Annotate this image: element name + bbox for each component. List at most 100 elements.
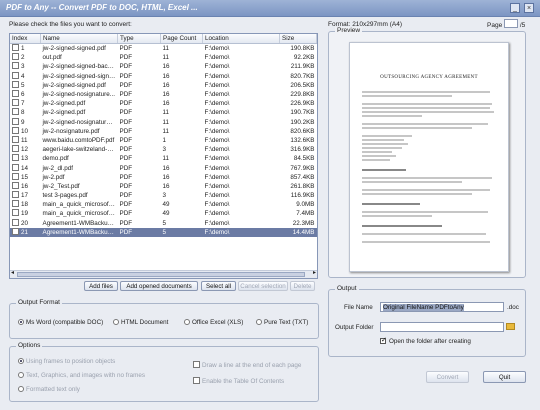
table-row[interactable]: 11 www.baidu.comtoPDF.pdf PDF 1 F:\demo\ 132.… (10, 135, 317, 145)
table-row[interactable]: 7 jw-2-signed.pdf PDF 16 F:\demo\ 226.9KB (10, 99, 317, 108)
file-checkbox[interactable] (12, 135, 19, 143)
format-option-html[interactable]: HTML Document (113, 319, 168, 326)
file-index-cell[interactable]: 7 (10, 99, 41, 108)
file-index-cell[interactable]: 17 (10, 191, 41, 200)
file-checkbox[interactable] (12, 227, 19, 235)
file-index-cell[interactable]: 14 (10, 163, 41, 172)
option-using-frames[interactable]: Using frames to position objects (18, 358, 115, 365)
page-number-input[interactable] (504, 19, 518, 28)
file-checkbox[interactable] (12, 117, 19, 125)
file-index-cell[interactable]: 5 (10, 80, 41, 90)
file-index-cell[interactable]: 12 (10, 145, 41, 154)
file-checkbox[interactable] (12, 200, 19, 208)
table-row[interactable]: 13 demo.pdf PDF 11 F:\demo\ 84.5KB (10, 154, 317, 163)
table-row[interactable]: 6 jw-2-signed-nosignature... PDF 16 F:\demo\… (10, 90, 317, 99)
file-checkbox[interactable] (12, 163, 19, 171)
file-extension-label: .doc (507, 304, 519, 311)
column-header-name[interactable]: Name (40, 34, 118, 44)
table-row[interactable]: 17 test 3-pages.pdf PDF 3 F:\demo\ 116.9KB (10, 191, 317, 200)
horizontal-scrollbar[interactable]: ◂ ▸ (10, 270, 317, 278)
file-index-cell[interactable]: 10 (10, 126, 41, 136)
format-option-excel[interactable]: Office Excel (XLS) (184, 319, 243, 326)
file-name-input[interactable]: Original FileName PDFtoAny (380, 302, 504, 312)
file-index-cell[interactable]: 4 (10, 71, 41, 81)
file-checkbox[interactable] (12, 99, 19, 107)
close-icon[interactable]: × (524, 3, 534, 13)
file-index-cell[interactable]: 15 (10, 172, 41, 182)
table-row[interactable]: 14 jw-2_dl.pdf PDF 16 F:\demo\ 767.9KB (10, 163, 317, 172)
table-row[interactable]: 15 jw-2.pdf PDF 16 F:\demo\ 857.4KB (10, 172, 317, 182)
scrollbar-thumb[interactable] (17, 272, 305, 277)
file-list[interactable]: Index Name Type Page Count Location Size… (9, 33, 318, 279)
select-all-button[interactable]: Select all (201, 281, 236, 291)
file-index-cell[interactable]: 2 (10, 53, 41, 62)
file-checkbox[interactable] (12, 71, 19, 79)
table-row[interactable]: 8 jw-2-signed.pdf PDF 11 F:\demo\ 190.7KB (10, 108, 317, 117)
file-index-cell[interactable]: 20 (10, 218, 41, 228)
file-index-cell[interactable]: 9 (10, 117, 41, 127)
delete-button[interactable]: Delete (290, 281, 315, 291)
table-row[interactable]: 21 Agreement1-WMBackup-... PDF 5 F:\demo\ 14.… (10, 227, 317, 237)
column-header-location[interactable]: Location (202, 34, 280, 44)
table-row[interactable]: 20 Agreement1-WMBackup-... PDF 5 F:\demo\ 22.… (10, 218, 317, 228)
add-files-button[interactable]: Add files (84, 281, 118, 291)
option-draw-line[interactable]: Draw a line at the end of each page (193, 361, 301, 369)
column-header-index[interactable]: Index (10, 34, 41, 44)
folder-icon[interactable] (506, 323, 515, 330)
table-row[interactable]: 12 aegeri-lake-switzeland-A... PDF 3 F:\demo… (10, 145, 317, 154)
file-index-cell[interactable]: 8 (10, 108, 41, 117)
format-option-word[interactable]: Ms Word (compatible DOC) (18, 319, 103, 326)
table-row[interactable]: 1 jw-2-signed-signed.pdf PDF 11 F:\demo\ 190.… (10, 44, 317, 54)
file-checkbox[interactable] (12, 90, 19, 98)
option-table-of-contents[interactable]: Enable the Table Of Contents (193, 377, 284, 385)
minimize-icon[interactable]: _ (510, 3, 520, 13)
convert-button[interactable]: Convert (426, 371, 469, 383)
file-index-cell[interactable]: 13 (10, 154, 41, 163)
scroll-left-icon[interactable]: ◂ (11, 269, 14, 276)
column-header-page-count[interactable]: Page Count (160, 34, 203, 44)
option-formatted-text[interactable]: Formatted text only (18, 386, 80, 393)
file-checkbox[interactable] (12, 53, 19, 61)
file-index-cell[interactable]: 21 (10, 227, 41, 237)
table-row[interactable]: 16 jw-2_Test.pdf PDF 16 F:\demo\ 261.8KB (10, 181, 317, 191)
open-folder-checkbox[interactable] (380, 336, 387, 344)
format-option-text[interactable]: Pure Text (TXT) (256, 319, 308, 326)
file-checkbox[interactable] (12, 80, 19, 88)
file-checkbox[interactable] (12, 126, 19, 134)
file-checkbox[interactable] (12, 145, 19, 153)
file-index-cell[interactable]: 19 (10, 209, 41, 218)
file-checkbox[interactable] (12, 62, 19, 70)
cancel-selection-button[interactable]: Cancel selection (238, 281, 288, 291)
table-row[interactable]: 3 jw-2-signed-signed-back... PDF 16 F:\demo\… (10, 62, 317, 71)
table-row[interactable]: 4 jw-2-signed-signed-signe... PDF 16 F:\demo… (10, 71, 317, 81)
file-checkbox[interactable] (12, 108, 19, 116)
file-index-cell[interactable]: 18 (10, 200, 41, 209)
column-header-size[interactable]: Size (279, 34, 317, 44)
table-row[interactable]: 2 out.pdf PDF 11 F:\demo\ 92.2KB (10, 53, 317, 62)
table-row[interactable]: 10 jw-2-nosignature.pdf PDF 11 F:\demo\ 820.6… (10, 126, 317, 136)
file-checkbox[interactable] (12, 181, 19, 189)
file-type-cell: PDF (117, 227, 161, 237)
column-header-type[interactable]: Type (117, 34, 161, 44)
file-checkbox[interactable] (12, 209, 19, 217)
table-row[interactable]: 9 jw-2-signed-nosignature.pdf PDF 11 F:\demo… (10, 117, 317, 127)
text-line (362, 103, 492, 105)
option-no-frames[interactable]: Text, Graphics, and images with no frame… (18, 372, 145, 379)
file-index-cell[interactable]: 16 (10, 181, 41, 191)
output-folder-input[interactable] (380, 322, 504, 332)
table-row[interactable]: 18 main_a_quick_microsoft_... PDF 49 F:\demo… (10, 200, 317, 209)
file-checkbox[interactable] (12, 154, 19, 162)
file-checkbox[interactable] (12, 44, 19, 52)
file-index-cell[interactable]: 3 (10, 62, 41, 71)
file-index-cell[interactable]: 6 (10, 90, 41, 99)
table-row[interactable]: 5 jw-2-signed-signed.pdf PDF 16 F:\demo\ 206.… (10, 80, 317, 90)
quit-button[interactable]: Quit (483, 371, 526, 383)
file-index-cell[interactable]: 11 (10, 135, 41, 145)
file-index-cell[interactable]: 1 (10, 44, 41, 54)
scroll-right-icon[interactable]: ▸ (313, 269, 316, 276)
file-checkbox[interactable] (12, 191, 19, 199)
add-opened-documents-button[interactable]: Add opened documents (120, 281, 198, 291)
file-checkbox[interactable] (12, 172, 19, 180)
file-checkbox[interactable] (12, 218, 19, 226)
table-row[interactable]: 19 main_a_quick_microsoft_... PDF 49 F:\demo… (10, 209, 317, 218)
